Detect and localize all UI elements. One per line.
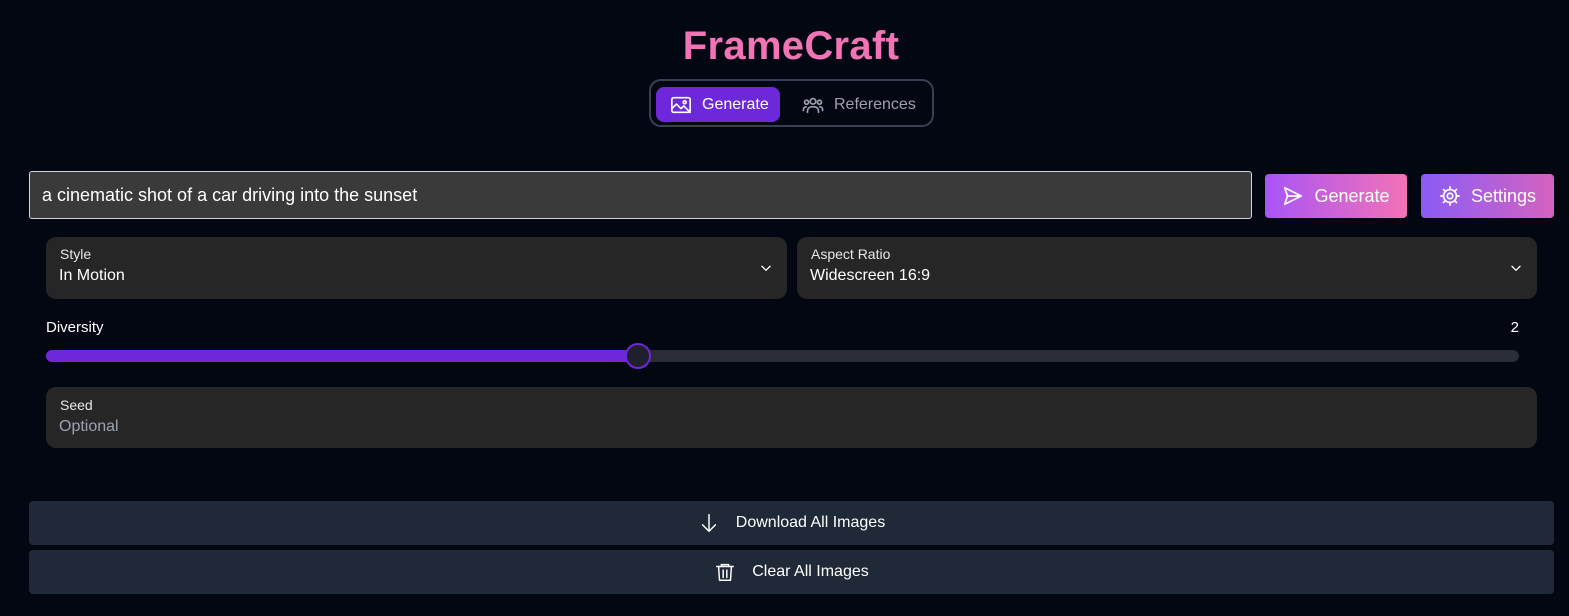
seed-label: Seed — [60, 397, 93, 413]
download-all-label: Download All Images — [735, 514, 886, 531]
diversity-slider-fill — [46, 350, 639, 362]
prompt-input[interactable] — [29, 171, 1252, 219]
tab-generate[interactable]: Generate — [656, 87, 780, 122]
trash-icon — [714, 561, 736, 583]
style-select-label: Style — [60, 246, 92, 262]
chevron-down-icon — [1509, 261, 1523, 275]
download-all-button[interactable]: Download All Images — [29, 501, 1554, 545]
aspect-ratio-select[interactable]: Aspect Ratio Widescreen 16:9 — [797, 237, 1537, 299]
arrow-down-icon — [698, 512, 720, 534]
settings-button[interactable]: Settings — [1421, 174, 1554, 218]
diversity-label: Diversity — [46, 319, 104, 336]
generate-button[interactable]: Generate — [1265, 174, 1407, 218]
image-icon — [670, 94, 692, 116]
seed-input[interactable] — [59, 416, 1519, 438]
style-select-value: In Motion — [59, 267, 125, 284]
tab-generate-label: Generate — [702, 95, 769, 113]
send-icon — [1282, 185, 1304, 207]
app-root: FrameCraft Generate References a cinemat… — [0, 0, 1569, 616]
clear-all-button[interactable]: Clear All Images — [29, 550, 1554, 594]
seed-field: Seed — [46, 387, 1537, 448]
generate-button-label: Generate — [1314, 185, 1390, 206]
chevron-down-icon — [759, 261, 773, 275]
clear-all-label: Clear All Images — [752, 563, 869, 580]
diversity-slider-thumb[interactable] — [625, 343, 652, 369]
aspect-ratio-select-label: Aspect Ratio — [811, 246, 891, 262]
style-select[interactable]: Style In Motion — [46, 237, 787, 299]
users-icon — [802, 94, 824, 116]
settings-button-label: Settings — [1470, 185, 1537, 206]
tab-references-label: References — [834, 95, 916, 113]
diversity-value: 2 — [1510, 319, 1519, 336]
aspect-ratio-select-value: Widescreen 16:9 — [810, 267, 931, 284]
diversity-slider[interactable] — [46, 343, 1519, 369]
gear-icon — [1439, 185, 1461, 207]
app-title: FrameCraft — [682, 24, 900, 68]
tab-references[interactable]: References — [793, 87, 923, 122]
mode-tab-bar: Generate References — [649, 79, 934, 127]
